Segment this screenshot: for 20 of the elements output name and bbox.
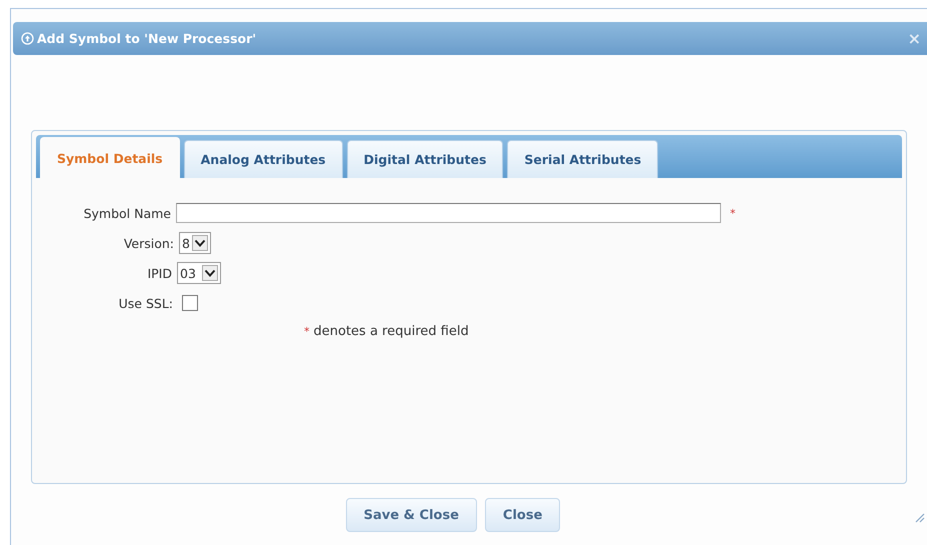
window-title: Add Symbol to 'New Processor'	[37, 31, 256, 46]
symbol-name-field[interactable]	[176, 203, 721, 223]
caret-icon[interactable]	[192, 235, 208, 251]
ssl-checkbox[interactable]	[182, 295, 198, 311]
field-label: Use SSL:	[118, 296, 173, 310]
version-dropdown[interactable]: 8	[179, 232, 211, 254]
tab[interactable]: Digital Attributes	[346, 140, 504, 178]
close-dialog-button[interactable]: Close	[484, 498, 560, 532]
field-label: IPID	[146, 266, 172, 280]
field-label: Version:	[122, 236, 174, 250]
resize-grip-icon[interactable]	[913, 511, 925, 523]
caret-icon[interactable]	[202, 265, 218, 281]
save-close-button[interactable]: Save & Close	[346, 498, 477, 532]
field-label: Symbol Name	[82, 206, 171, 220]
required-mark: *	[730, 206, 736, 220]
required-mark: *	[304, 325, 310, 338]
tab[interactable]: Serial Attributes	[507, 140, 658, 178]
tab[interactable]: Analog Attributes	[184, 140, 343, 178]
required-note: denotes a required field	[314, 324, 469, 339]
ipid-dropdown[interactable]: 03	[177, 262, 221, 284]
